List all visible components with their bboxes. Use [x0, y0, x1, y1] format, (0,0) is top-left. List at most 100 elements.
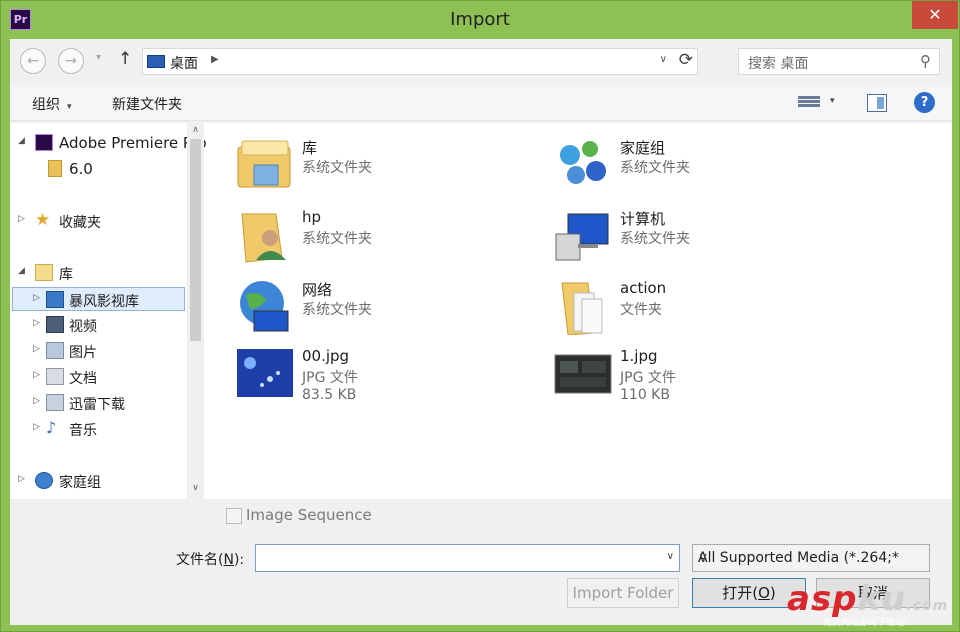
address-dropdown-icon[interactable]: ∨ [660, 54, 667, 65]
file-name: 计算机 [620, 210, 666, 228]
back-button[interactable]: ← [20, 48, 46, 74]
scroll-up-icon[interactable]: ∧ [187, 125, 204, 135]
tree-item-downloads[interactable]: ▷ 迅雷下载 [18, 391, 186, 415]
image-sequence-checkbox[interactable] [226, 508, 242, 524]
file-type-dropdown-icon[interactable]: ∨ [698, 550, 904, 566]
watermark-caption: 免费网站源码下载站! [823, 618, 908, 628]
tree-item-label: 库 [59, 267, 73, 283]
organize-label: 组织 [32, 97, 60, 113]
star-icon: ★ [35, 210, 51, 230]
collapsed-arrow-icon[interactable]: ▷ [18, 474, 25, 484]
file-type: 系统文件夹 [302, 160, 372, 176]
command-bar: 组织 ▾ 新建文件夹 ▾ ? [10, 85, 952, 121]
nav-scrollbar[interactable]: ∧ ∨ [187, 123, 204, 499]
tree-item-label: 暴风影视库 [69, 294, 139, 310]
file-type: JPG 文件 [302, 370, 358, 386]
tree-item-premiere[interactable]: ◢ Adobe Premiere Pro [18, 131, 207, 155]
file-name: 00.jpg [302, 347, 350, 365]
list-item[interactable]: hp 系统文件夹 [236, 208, 536, 274]
video-icon [46, 316, 64, 333]
filename-field[interactable]: ∨ [255, 544, 680, 572]
homegroup-icon [35, 472, 53, 489]
scrollbar-thumb[interactable] [190, 139, 201, 341]
tree-item-label: Adobe Premiere Pro [59, 134, 207, 152]
list-item[interactable]: 网络 系统文件夹 [236, 279, 536, 345]
organize-menu[interactable]: 组织 ▾ [32, 94, 72, 114]
file-name: hp [302, 208, 322, 226]
tree-item-label: 文档 [69, 371, 97, 387]
search-icon[interactable]: ⚲ [920, 52, 931, 70]
view-dropdown-icon[interactable]: ▾ [830, 96, 835, 106]
collapsed-arrow-icon[interactable]: ▷ [33, 422, 40, 432]
view-options-icon[interactable] [798, 95, 820, 111]
expanded-arrow-icon[interactable]: ◢ [18, 266, 25, 276]
tree-item-label: 图片 [69, 345, 97, 361]
tree-item-videos[interactable]: ▷ 视频 [18, 313, 186, 337]
navigation-pane[interactable]: ◢ Adobe Premiere Pro 6.0 ▷ ★ 收藏夹 ◢ 库 ▷ 暴… [10, 123, 207, 499]
scroll-down-icon[interactable]: ∨ [187, 483, 204, 493]
network-icon [240, 281, 289, 332]
preview-pane-icon[interactable] [867, 94, 887, 112]
tree-item-library[interactable]: ◢ 库 [18, 261, 186, 285]
list-item[interactable]: 计算机 系统文件夹 [554, 208, 854, 274]
address-bar[interactable]: 桌面 ▶ ∨ ⟳ [142, 48, 698, 75]
tree-item-label: 收藏夹 [59, 215, 101, 231]
close-button[interactable]: ✕ [912, 1, 958, 29]
collapsed-arrow-icon[interactable]: ▷ [33, 318, 40, 328]
file-type: 系统文件夹 [620, 231, 690, 247]
up-button[interactable]: ↑ [118, 49, 132, 69]
tree-item-label: 视频 [69, 319, 97, 335]
pictures-icon [46, 342, 64, 359]
tree-item-baofeng[interactable]: ▷ 暴风影视库 [12, 287, 185, 311]
breadcrumb-desktop[interactable]: 桌面 [170, 53, 198, 73]
tree-item-label: 6.0 [69, 160, 93, 178]
collapsed-arrow-icon[interactable]: ▷ [18, 214, 25, 224]
forward-button[interactable]: → [58, 48, 84, 74]
library-icon [35, 264, 53, 281]
title-bar[interactable]: Pr Import ✕ [1, 1, 959, 39]
file-name: action [620, 279, 667, 297]
collapsed-arrow-icon[interactable]: ▷ [33, 370, 40, 380]
image-sequence-label: Image Sequence [246, 506, 372, 524]
file-name: 网络 [302, 281, 333, 299]
help-icon[interactable]: ? [914, 92, 935, 113]
video-library-icon [46, 291, 64, 308]
list-item[interactable]: action 文件夹 [554, 279, 854, 345]
file-list[interactable]: 库 系统文件夹 家庭组 系统文件夹 hp 系统文件夹 计算机 系统文件夹 网络 … [206, 123, 952, 499]
list-item[interactable]: 库 系统文件夹 [236, 137, 536, 203]
collapsed-arrow-icon[interactable]: ▷ [33, 344, 40, 354]
filename-dropdown-icon[interactable]: ∨ [667, 551, 674, 562]
expanded-arrow-icon[interactable]: ◢ [18, 136, 25, 146]
list-item[interactable]: 00.jpg JPG 文件 83.5 KB [236, 347, 536, 413]
new-folder-button[interactable]: 新建文件夹 [112, 94, 182, 114]
file-name: 1.jpg [620, 347, 658, 365]
homegroup-icon [560, 141, 606, 184]
image-thumbnail [554, 354, 612, 394]
list-item[interactable]: 家庭组 系统文件夹 [554, 137, 854, 203]
filename-label: 文件名(N): [176, 552, 245, 568]
file-type-select[interactable]: All Supported Media (*.264;* ∨ [692, 544, 930, 572]
file-type: 系统文件夹 [302, 231, 372, 247]
user-folder-icon [241, 213, 286, 263]
collapsed-arrow-icon[interactable]: ▷ [33, 396, 40, 406]
tree-item-pictures[interactable]: ▷ 图片 [18, 339, 186, 363]
tree-item-label: 迅雷下载 [69, 397, 125, 413]
breadcrumb-chevron-icon[interactable]: ▶ [211, 54, 219, 65]
file-name: 库 [302, 139, 318, 157]
filename-input[interactable] [260, 549, 650, 567]
search-placeholder: 搜索 桌面 [748, 56, 809, 72]
collapsed-arrow-icon[interactable]: ▷ [33, 293, 40, 303]
tree-item-6-0[interactable]: 6.0 [18, 157, 186, 181]
tree-item-favorites[interactable]: ▷ ★ 收藏夹 [18, 209, 186, 233]
list-item[interactable]: 1.jpg JPG 文件 110 KB [554, 347, 854, 413]
file-type: 系统文件夹 [620, 160, 690, 176]
refresh-button[interactable]: ⟳ [679, 50, 693, 70]
import-folder-button[interactable]: Import Folder [567, 578, 679, 608]
tree-item-music[interactable]: ▷ ♪ 音乐 [18, 417, 186, 441]
tree-item-homegroup[interactable]: ▷ 家庭组 [18, 469, 186, 493]
search-input[interactable]: 搜索 桌面 ⚲ [738, 48, 940, 75]
tree-item-documents[interactable]: ▷ 文档 [18, 365, 186, 389]
file-name: 家庭组 [620, 139, 666, 157]
recent-locations-icon[interactable]: ▾ [96, 52, 101, 63]
music-icon: ♪ [46, 418, 57, 437]
